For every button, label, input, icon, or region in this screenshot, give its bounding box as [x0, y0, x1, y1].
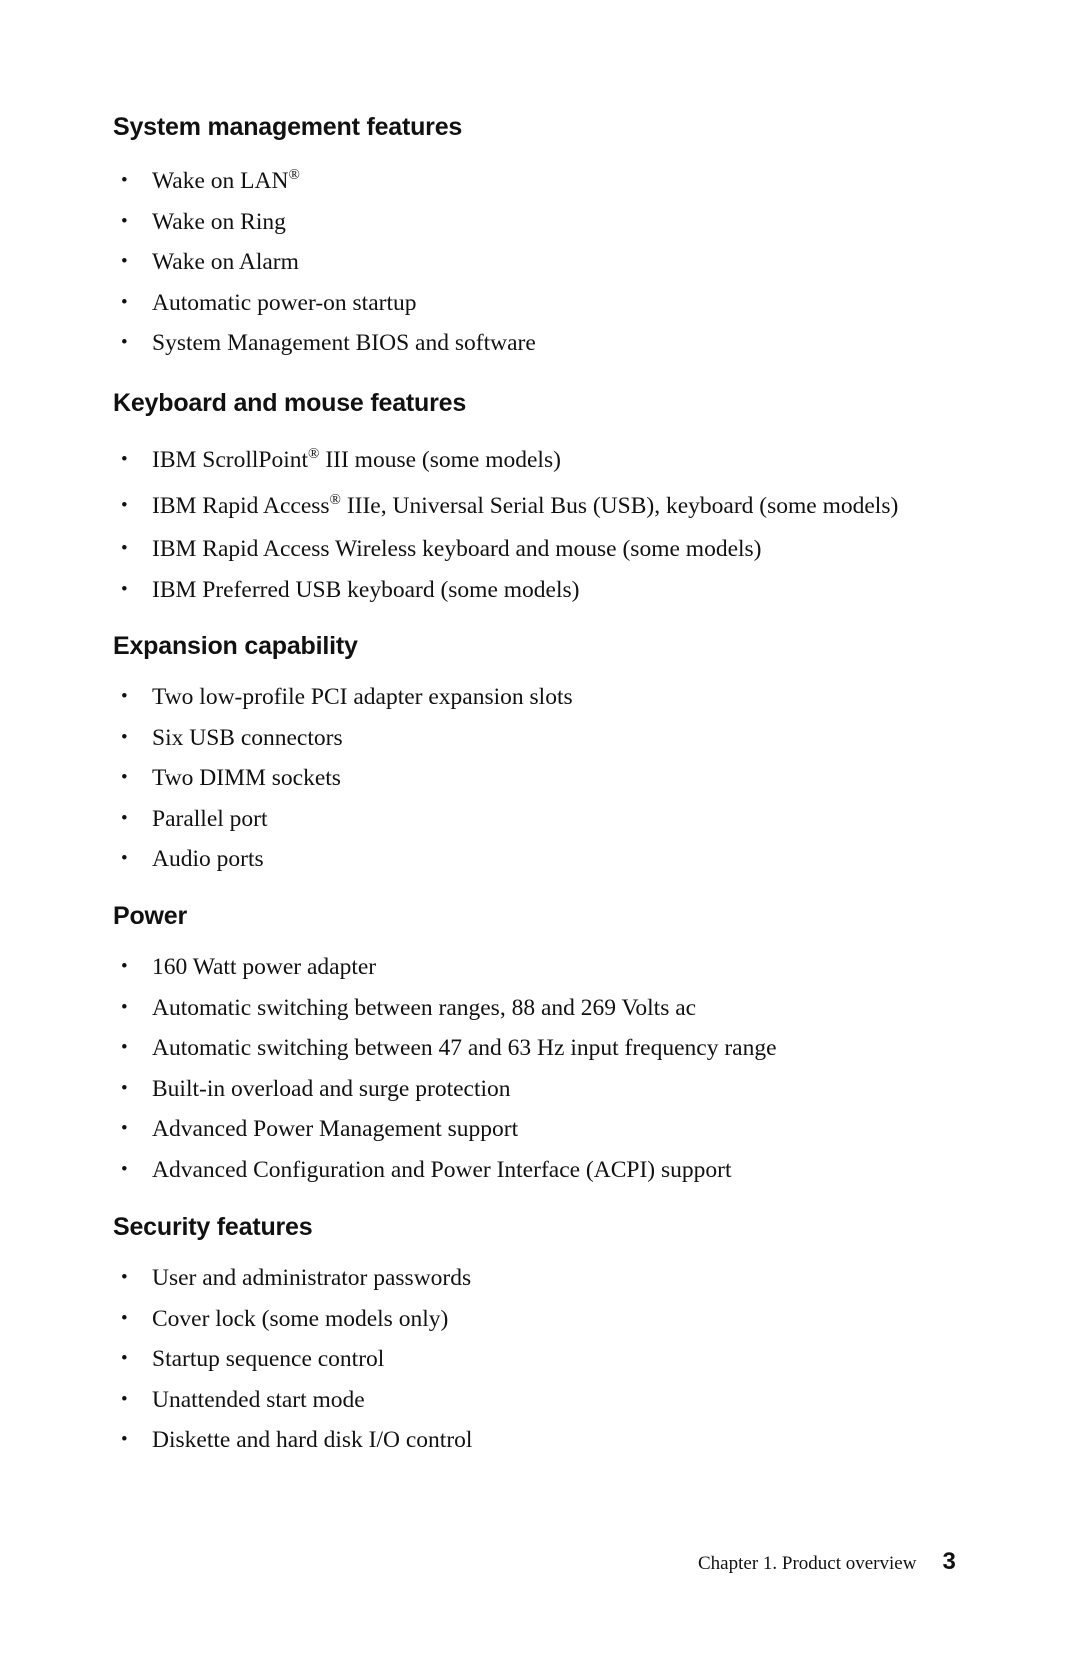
bullet-icon: •	[121, 495, 128, 516]
section-security: Security features • User and administrato…	[113, 1210, 1013, 1461]
feature-list: • User and administrator passwords • Cover…	[113, 1258, 1013, 1461]
list-item: • Automatic power-on startup	[113, 283, 1013, 324]
bullet-icon: •	[121, 210, 128, 232]
list-item: • Two DIMM sockets	[113, 758, 1013, 799]
list-item: • Audio ports	[113, 839, 1013, 880]
bullet-icon: •	[121, 1388, 128, 1410]
list-item: • Advanced Configuration and Power Interf…	[113, 1150, 1013, 1191]
bullet-icon: •	[121, 449, 128, 470]
registered-mark: ®	[288, 167, 300, 183]
section-heading: Expansion capability	[113, 632, 358, 660]
bullet-icon: •	[121, 956, 128, 977]
bullet-icon: •	[121, 1348, 128, 1369]
page-number: 3	[942, 1548, 956, 1575]
registered-mark: ®	[308, 446, 320, 462]
list-item: • Advanced Power Management support	[113, 1109, 1013, 1150]
feature-list: • IBM ScrollPoint® III mouse (some models…	[113, 437, 1013, 610]
bullet-icon: •	[121, 1429, 128, 1450]
list-item: • User and administrator passwords	[113, 1258, 1013, 1299]
section-system-management: System management features • Wake on LAN®…	[113, 110, 1013, 364]
bullet-icon: •	[121, 1118, 128, 1139]
section-expansion: Expansion capability • Two low-profile PC…	[113, 629, 1013, 880]
list-item: • IBM Preferred USB keyboard (some models…	[113, 570, 1013, 611]
bullet-icon: •	[121, 291, 128, 313]
bullet-icon: •	[121, 170, 128, 191]
list-item: • Six USB connectors	[113, 718, 1013, 759]
bullet-icon: •	[121, 767, 128, 788]
list-item: • Automatic switching between ranges, 88 …	[113, 988, 1013, 1029]
section-heading: Security features	[113, 1213, 313, 1241]
bullet-icon: •	[121, 251, 128, 272]
bullet-icon: •	[121, 538, 128, 559]
bullet-icon: •	[121, 807, 128, 829]
registered-mark: ®	[329, 492, 341, 508]
list-item: • Automatic switching between 47 and 63 H…	[113, 1028, 1013, 1069]
list-item: • Diskette and hard disk I/O control	[113, 1420, 1013, 1461]
list-item: • IBM Rapid Access® IIIe, Universal Seria…	[113, 483, 1013, 529]
page-footer: Chapter 1. Product overview 3	[698, 1544, 956, 1580]
list-item: • Wake on Ring	[113, 202, 1013, 243]
list-item: • IBM ScrollPoint® III mouse (some models…	[113, 437, 1013, 483]
bullet-icon: •	[121, 726, 128, 748]
bullet-icon: •	[121, 578, 128, 600]
list-item: • IBM Rapid Access Wireless keyboard and …	[113, 529, 1013, 570]
bullet-icon: •	[121, 996, 128, 1018]
bullet-icon: •	[121, 1307, 128, 1329]
list-item: • Built-in overload and surge protection	[113, 1069, 1013, 1110]
list-item: • System Management BIOS and software	[113, 323, 1013, 364]
bullet-icon: •	[121, 1267, 128, 1288]
bullet-icon: •	[121, 332, 128, 353]
section-keyboard-mouse: Keyboard and mouse features • IBM ScrollP…	[113, 386, 1013, 610]
bullet-icon: •	[121, 1158, 128, 1180]
list-item: • Two low-profile PCI adapter expansion s…	[113, 677, 1013, 718]
section-power: Power • 160 Watt power adapter • Automatic…	[113, 899, 1013, 1190]
list-item: • Startup sequence control	[113, 1339, 1013, 1380]
list-item: • Wake on Alarm	[113, 242, 1013, 283]
section-heading: System management features	[113, 113, 463, 141]
chapter-title: Chapter 1. Product overview	[698, 1553, 917, 1574]
list-item: • Parallel port	[113, 799, 1013, 840]
list-item: • Wake on LAN®	[113, 161, 1013, 202]
bullet-icon: •	[121, 1077, 128, 1099]
list-item: • 160 Watt power adapter	[113, 947, 1013, 988]
feature-list: • Two low-profile PCI adapter expansion s…	[113, 677, 1013, 880]
list-item: • Cover lock (some models only)	[113, 1299, 1013, 1340]
bullet-icon: •	[121, 1037, 128, 1058]
list-item: • Unattended start mode	[113, 1380, 1013, 1421]
section-heading: Keyboard and mouse features	[113, 389, 467, 417]
bullet-icon: •	[121, 848, 128, 869]
feature-list: • 160 Watt power adapter • Automatic switc…	[113, 947, 1013, 1190]
bullet-icon: •	[121, 686, 128, 707]
feature-list: • Wake on LAN® • Wake on Ring • Wake on Ala…	[113, 161, 1013, 364]
document-page: System management features • Wake on LAN®…	[0, 0, 1080, 1674]
section-heading: Power	[113, 902, 188, 930]
